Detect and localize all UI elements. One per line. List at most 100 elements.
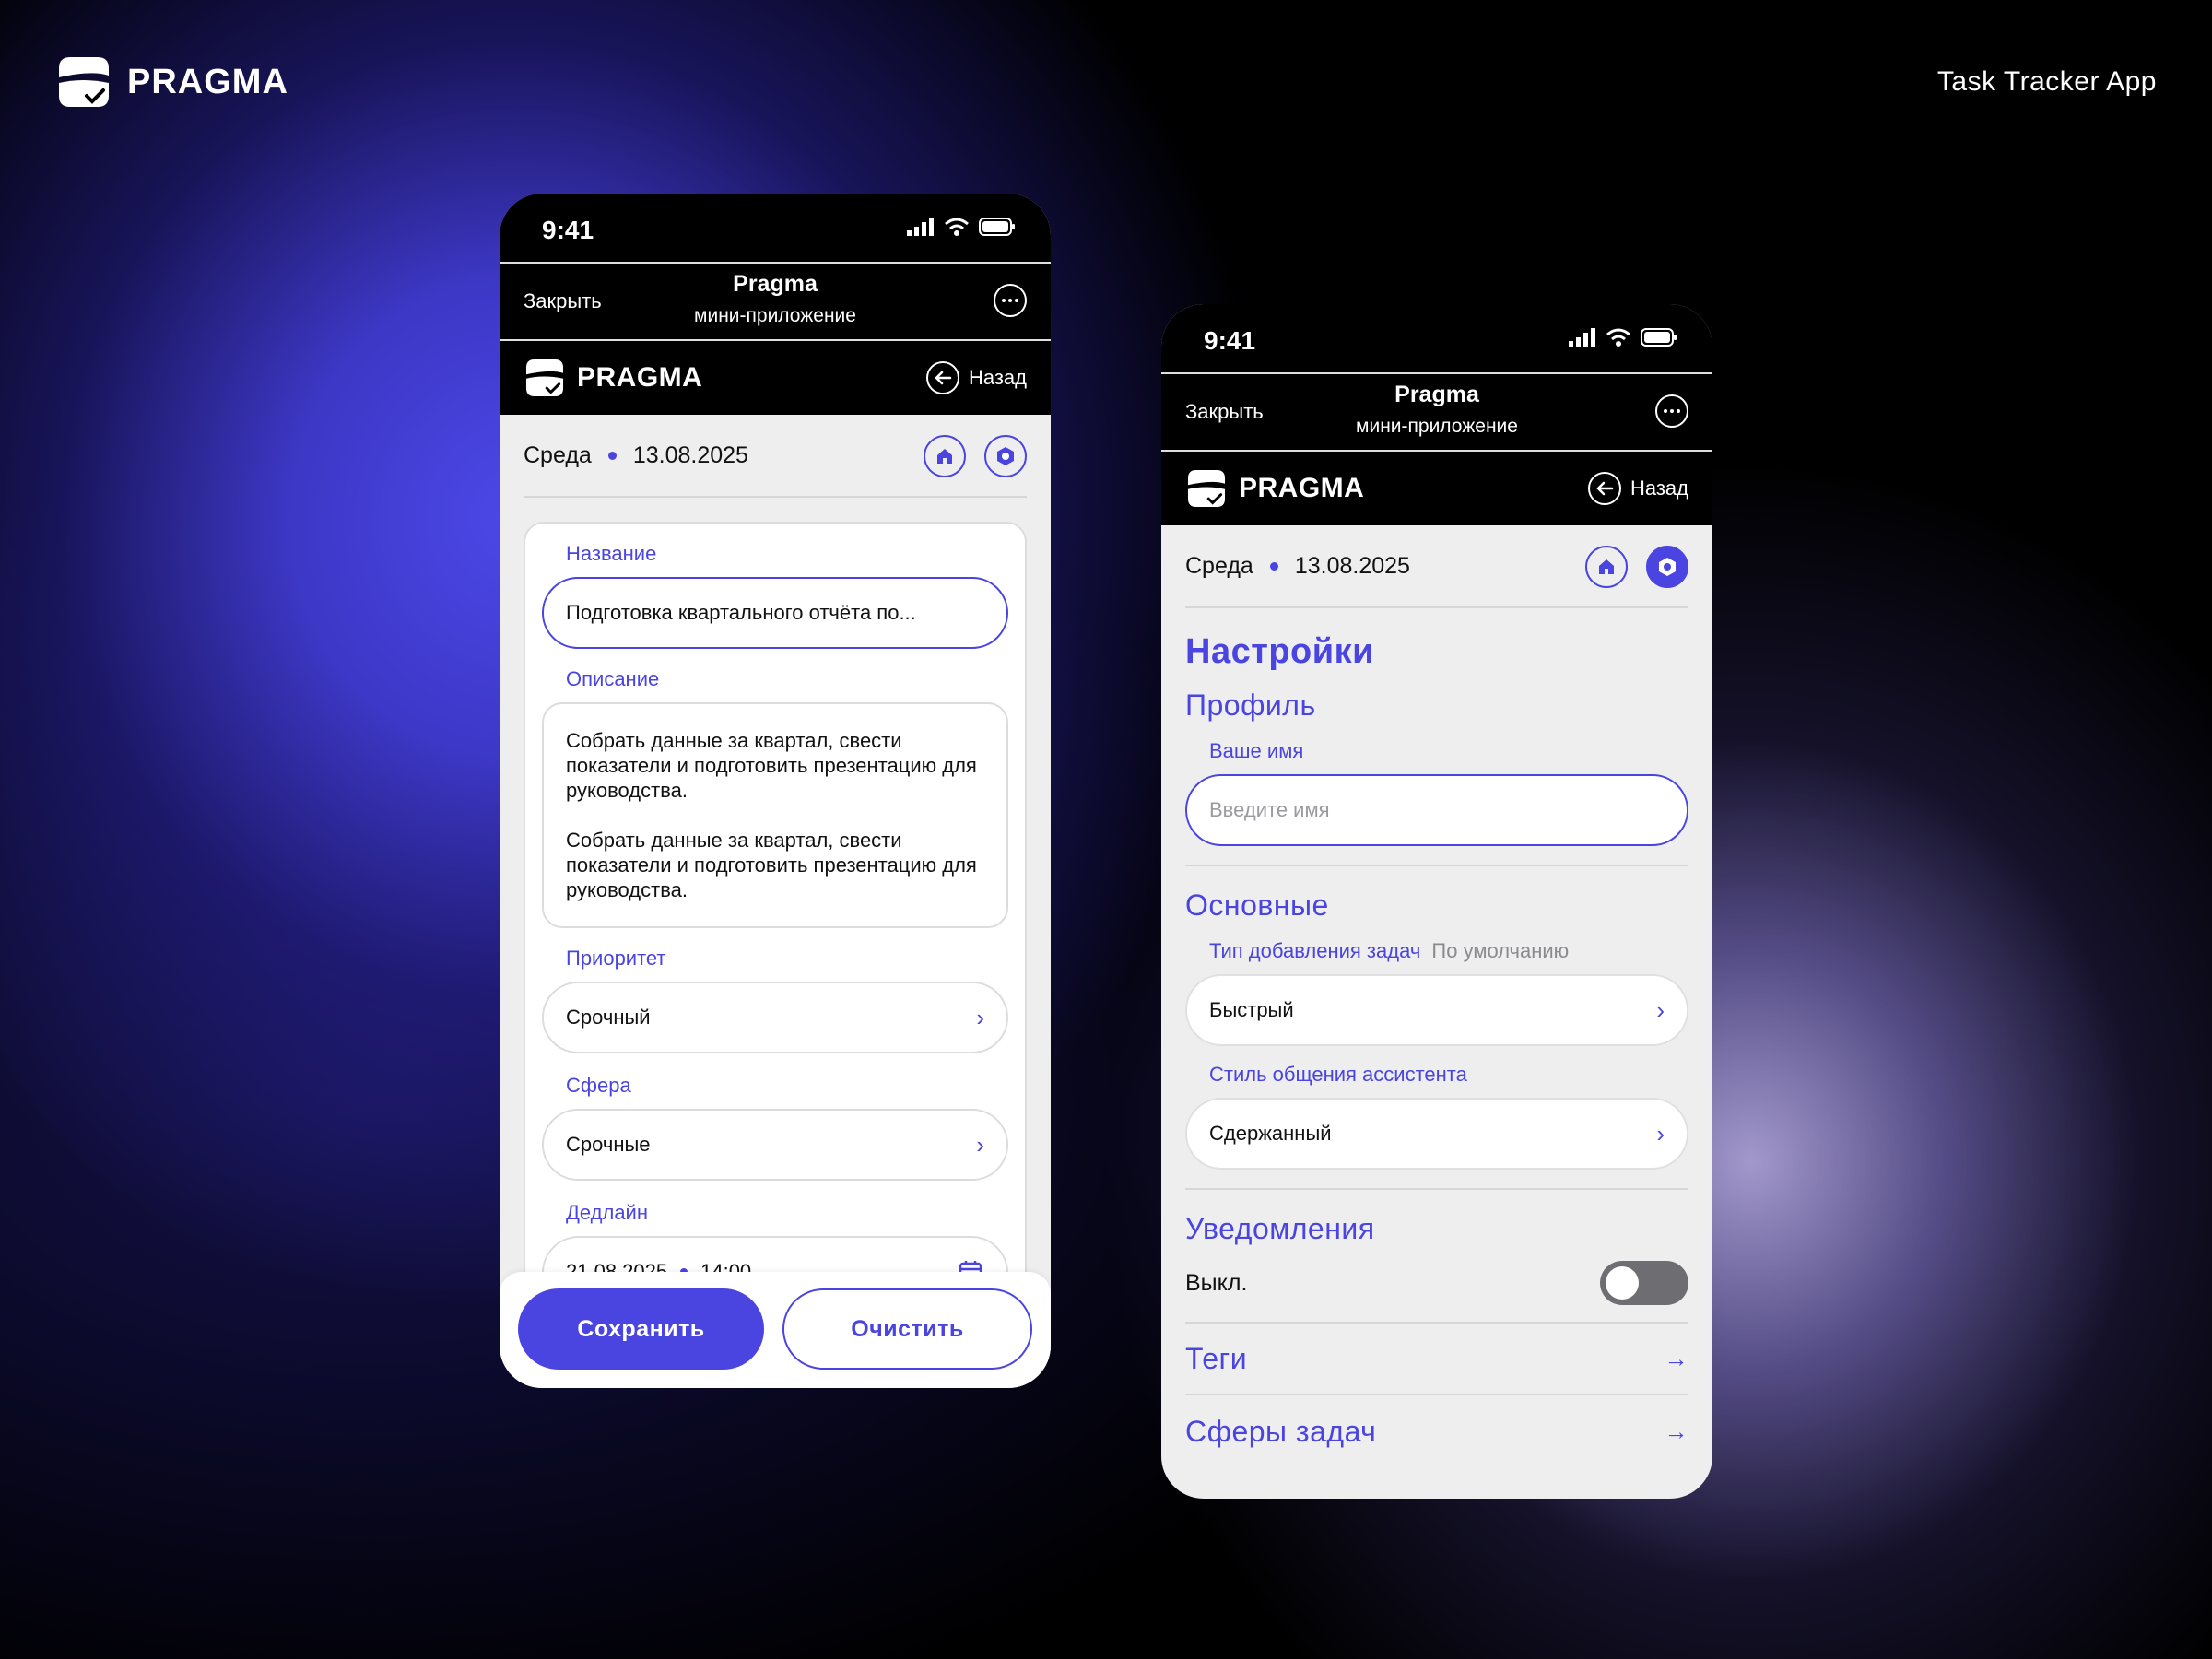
- your-name-input[interactable]: Введите имя: [1185, 774, 1688, 846]
- more-options-icon[interactable]: [994, 284, 1027, 317]
- date-line: Среда 13.08.2025: [1185, 525, 1688, 608]
- date-actions: [924, 435, 1027, 477]
- app-logo: PRAGMA: [524, 358, 702, 398]
- arrow-left-icon: [1587, 472, 1621, 505]
- settings-icon[interactable]: [984, 435, 1027, 477]
- assistant-style-select[interactable]: Сдержанный ›: [1185, 1098, 1688, 1170]
- priority-select[interactable]: Срочный ›: [542, 982, 1008, 1053]
- tags-label: Теги: [1185, 1341, 1248, 1375]
- description-label: Описание: [566, 667, 660, 690]
- assistant-style-value: Сдержанный: [1209, 1122, 1332, 1145]
- task-name-input[interactable]: Подготовка квартального отчёта по...: [542, 577, 1008, 649]
- save-button[interactable]: Сохранить: [518, 1288, 764, 1370]
- deadline-label: Дедлайн: [566, 1201, 648, 1224]
- miniapp-subtitle: мини-приложение: [1356, 416, 1518, 437]
- app-bar: PRAGMA Назад: [1161, 452, 1712, 525]
- more-options-icon[interactable]: [1655, 394, 1688, 428]
- miniapp-titlebar: Закрыть Pragma мини-приложение: [500, 264, 1051, 339]
- clear-button[interactable]: Очистить: [782, 1288, 1032, 1370]
- chevron-right-icon: ›: [1656, 1119, 1665, 1147]
- task-spheres-label: Сферы задач: [1185, 1414, 1377, 1448]
- settings-icon[interactable]: [1646, 546, 1688, 588]
- task-content: Среда 13.08.2025 Название Подготовка ква…: [500, 415, 1051, 1296]
- pragma-logo-icon: [55, 55, 112, 109]
- app-logo-text: PRAGMA: [1239, 473, 1365, 503]
- date: 13.08.2025: [632, 441, 748, 468]
- task-spheres-link[interactable]: Сферы задач →: [1185, 1395, 1688, 1467]
- toggle-knob: [1606, 1266, 1639, 1300]
- pragma-logo-icon: [525, 359, 564, 397]
- arrow-right-icon: →: [1664, 1417, 1688, 1445]
- brand-header: PRAGMA: [55, 55, 288, 109]
- tags-link[interactable]: Теги →: [1185, 1324, 1688, 1395]
- arrow-right-icon: →: [1664, 1344, 1688, 1372]
- home-icon[interactable]: [924, 435, 966, 477]
- signal-icon: [907, 218, 934, 236]
- miniapp-titlebar: Закрыть Pragma мини-приложение: [1161, 374, 1712, 450]
- weekday: Среда: [524, 441, 592, 468]
- task-form-card: Название Подготовка квартального отчёта …: [524, 522, 1027, 1296]
- miniapp-title-text: Pragma: [1394, 382, 1479, 407]
- wifi-icon: [1606, 328, 1630, 347]
- back-button[interactable]: Назад: [925, 361, 1027, 394]
- sphere-value: Срочные: [566, 1133, 651, 1156]
- signal-icon: [1569, 328, 1595, 347]
- priority-value: Срочный: [566, 1006, 651, 1029]
- priority-label: Приоритет: [566, 947, 666, 970]
- add-type-hint: По умолчанию: [1431, 939, 1570, 962]
- notifications-row: Выкл.: [1185, 1261, 1688, 1324]
- description-paragraph: Собрать данные за квартал, свести показа…: [566, 729, 977, 802]
- arrow-left-icon: [925, 361, 959, 394]
- separator-dot: [1269, 561, 1278, 571]
- miniapp-subtitle: мини-приложение: [694, 305, 856, 326]
- divider: [1185, 865, 1688, 866]
- sphere-label: Сфера: [566, 1074, 631, 1097]
- back-label: Назад: [968, 366, 1027, 389]
- add-type-select[interactable]: Быстрый ›: [1185, 974, 1688, 1046]
- chevron-right-icon: ›: [976, 1003, 984, 1031]
- chevron-right-icon: ›: [1656, 995, 1665, 1024]
- wifi-icon: [945, 218, 969, 236]
- status-bar: 9:41: [500, 194, 1051, 262]
- miniapp-title: Pragma мини-приложение: [1161, 382, 1712, 438]
- settings-title: Настройки: [1185, 632, 1374, 671]
- battery-icon: [979, 218, 1015, 236]
- app-logo: PRAGMA: [1185, 468, 1364, 509]
- status-icons: [907, 218, 1016, 236]
- miniapp-title-text: Pragma: [733, 271, 818, 297]
- home-icon[interactable]: [1585, 546, 1628, 588]
- status-bar: 9:41: [1161, 304, 1712, 372]
- assistant-style-label: Стиль общения ассистента: [1209, 1063, 1467, 1086]
- app-logo-text: PRAGMA: [577, 362, 703, 393]
- add-type-label: Тип добавления задач По умолчанию: [1209, 939, 1688, 963]
- date: 13.08.2025: [1294, 552, 1410, 579]
- brand-name: PRAGMA: [127, 62, 288, 101]
- notifications-heading: Уведомления: [1185, 1212, 1375, 1245]
- chevron-right-icon: ›: [976, 1130, 984, 1159]
- weekday: Среда: [1185, 552, 1253, 579]
- date-actions: [1585, 546, 1688, 588]
- form-actions: Сохранить Очистить: [500, 1272, 1051, 1388]
- back-label: Назад: [1630, 477, 1688, 500]
- description-textarea[interactable]: Собрать данные за квартал, свести показа…: [542, 702, 1008, 928]
- your-name-label: Ваше имя: [1209, 739, 1304, 762]
- status-icons: [1569, 328, 1677, 347]
- description-paragraph: Собрать данные за квартал, свести показа…: [566, 829, 977, 901]
- back-button[interactable]: Назад: [1587, 472, 1688, 505]
- general-heading: Основные: [1185, 888, 1329, 922]
- battery-icon: [1641, 328, 1677, 347]
- background-gradient: [0, 0, 2212, 1659]
- sphere-select[interactable]: Срочные ›: [542, 1109, 1008, 1181]
- pragma-logo-icon: [1187, 469, 1226, 508]
- profile-heading: Профиль: [1185, 688, 1316, 722]
- notifications-toggle[interactable]: [1600, 1261, 1688, 1305]
- page-caption: Task Tracker App: [1936, 66, 2157, 97]
- app-bar: PRAGMA Назад: [500, 341, 1051, 415]
- name-label: Название: [566, 542, 657, 565]
- add-type-label-text: Тип добавления задач: [1209, 939, 1421, 962]
- notifications-state: Выкл.: [1185, 1269, 1248, 1296]
- status-time: 9:41: [542, 216, 594, 244]
- date-line: Среда 13.08.2025: [524, 415, 1027, 498]
- separator-dot: [607, 451, 617, 460]
- settings-content: Среда 13.08.2025 Настройки Профиль Ваше …: [1161, 525, 1712, 1467]
